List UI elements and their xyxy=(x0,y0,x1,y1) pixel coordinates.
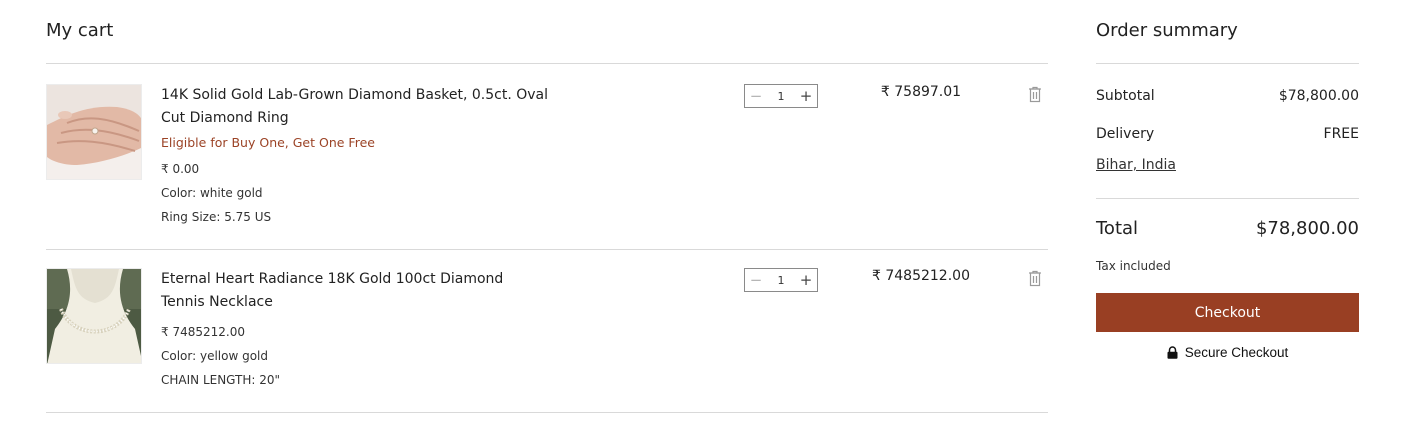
delivery-value: FREE xyxy=(1323,126,1359,142)
subtotal-row: Subtotal $78,800.00 xyxy=(1096,88,1359,104)
item-unit-price: ₹ 0.00 xyxy=(161,162,200,176)
secure-checkout-label: Secure Checkout xyxy=(1184,345,1289,360)
item-option-chain-length: CHAIN LENGTH: 20" xyxy=(161,373,281,387)
ring-on-hand-photo-icon xyxy=(47,85,141,179)
item-name[interactable]: 14K Solid Gold Lab-Grown Diamond Basket,… xyxy=(161,84,551,130)
increase-quantity-button[interactable]: + xyxy=(795,85,817,107)
cart-divider xyxy=(46,412,1048,413)
secure-checkout: Secure Checkout xyxy=(1096,345,1359,360)
summary-divider xyxy=(1096,63,1359,64)
item-info: 14K Solid Gold Lab-Grown Diamond Basket,… xyxy=(161,84,551,225)
item-option-ring-size: Ring Size: 5.75 US xyxy=(161,210,272,224)
subtotal-value: $78,800.00 xyxy=(1278,88,1359,104)
promo-label: Eligible for Buy One, Get One Free xyxy=(161,135,375,150)
necklace-on-bust-photo-icon xyxy=(47,269,141,363)
delivery-label: Delivery xyxy=(1096,126,1155,142)
quantity-stepper[interactable]: − 1 + xyxy=(744,84,818,108)
subtotal-label: Subtotal xyxy=(1096,88,1155,104)
item-line-total: ₹ 75897.01 xyxy=(880,84,962,100)
quantity-value[interactable]: 1 xyxy=(767,274,795,287)
lock-icon xyxy=(1167,346,1178,359)
decrease-quantity-button[interactable]: − xyxy=(745,85,767,107)
delivery-row: Delivery FREE xyxy=(1096,126,1359,142)
delivery-location-link[interactable]: Bihar, India xyxy=(1096,157,1176,173)
total-value: $78,800.00 xyxy=(1255,218,1359,239)
item-info: Eternal Heart Radiance 18K Gold 100ct Di… xyxy=(161,268,551,388)
item-option-color: Color: yellow gold xyxy=(161,349,269,363)
quantity-stepper[interactable]: − 1 + xyxy=(744,268,818,292)
cart-divider xyxy=(46,249,1048,250)
remove-item-trash-icon[interactable] xyxy=(1027,269,1043,287)
cart-divider xyxy=(46,63,1048,64)
necklace-product-image[interactable] xyxy=(46,268,142,364)
decrease-quantity-button[interactable]: − xyxy=(745,269,767,291)
cart-title: My cart xyxy=(46,20,114,41)
summary-divider xyxy=(1096,198,1359,199)
tax-note: Tax included xyxy=(1096,259,1171,273)
summary-title: Order summary xyxy=(1096,20,1238,41)
increase-quantity-button[interactable]: + xyxy=(795,269,817,291)
remove-item-trash-icon[interactable] xyxy=(1027,85,1043,103)
item-unit-price: ₹ 7485212.00 xyxy=(161,325,245,339)
total-row: Total $78,800.00 xyxy=(1096,218,1359,239)
quantity-value[interactable]: 1 xyxy=(767,90,795,103)
item-line-total: ₹ 7485212.00 xyxy=(872,268,970,284)
ring-product-image[interactable] xyxy=(46,84,142,180)
item-option-color: Color: white gold xyxy=(161,186,263,200)
cart-page: My cart 14K Solid Gold Lab-Grown Diamond… xyxy=(0,0,1402,446)
checkout-button[interactable]: Checkout xyxy=(1096,293,1359,332)
total-label: Total xyxy=(1096,218,1139,239)
item-name[interactable]: Eternal Heart Radiance 18K Gold 100ct Di… xyxy=(161,268,551,314)
